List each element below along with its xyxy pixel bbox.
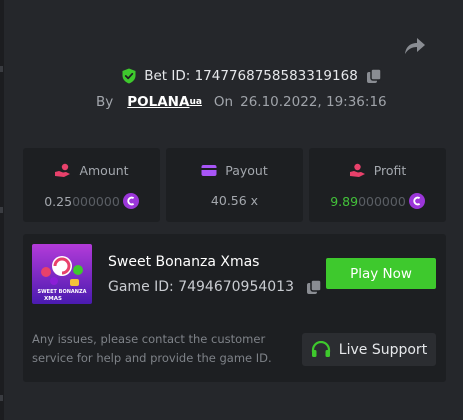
profit-value: 9.89: [330, 193, 359, 209]
copy-icon[interactable]: [366, 68, 382, 84]
game-id-row: Game ID: 7494670954013: [108, 279, 322, 295]
live-support-label: Live Support: [338, 341, 428, 358]
game-title: Sweet Bonanza Xmas: [108, 254, 260, 270]
game-panel: SWEET BONANZA XMAS Sweet Bonanza Xmas Ga…: [23, 234, 446, 382]
shield-check-icon: [122, 68, 136, 84]
bet-id-row: Bet ID: 1747768758583319168: [0, 65, 463, 87]
payout-card: Payout 40.56 x: [166, 148, 303, 222]
amount-value: 0.25: [44, 193, 73, 209]
payout-value: 40.56 x: [210, 193, 259, 208]
payout-label: Payout: [225, 163, 268, 178]
wallet-icon: [201, 165, 217, 176]
game-thumbnail[interactable]: SWEET BONANZA XMAS: [32, 244, 92, 304]
user-suffix[interactable]: ua: [189, 97, 201, 107]
amount-label: Amount: [79, 163, 129, 178]
play-now-button[interactable]: Play Now: [326, 258, 436, 289]
by-label: By: [96, 94, 114, 110]
coin-icon: [122, 193, 139, 209]
edge-tick: [0, 395, 3, 401]
game-id: Game ID: 7494670954013: [108, 279, 294, 295]
bet-id: Bet ID: 1747768758583319168: [144, 68, 358, 84]
amount-card: Amount 0.25 000000: [23, 148, 160, 222]
copy-icon[interactable]: [306, 279, 322, 295]
profit-hand-icon: [349, 163, 365, 177]
amount-value-decimals: 000000: [72, 193, 120, 209]
profit-label: Profit: [373, 163, 407, 178]
on-label: On: [213, 94, 234, 110]
hand-coins-icon: [55, 163, 71, 177]
bet-timestamp: 26.10.2022, 19:36:16: [240, 94, 387, 110]
profit-card: Profit 9.89 000000: [309, 148, 446, 222]
coin-icon: [408, 193, 425, 209]
support-message: Any issues, please contact the customer …: [32, 332, 272, 365]
thumb-text-xmas: XMAS: [44, 296, 62, 302]
thumb-text: SWEET BONANZA: [38, 289, 87, 295]
edge-tick: [0, 207, 3, 213]
share-icon[interactable]: [402, 36, 426, 56]
profit-value-decimals: 000000: [358, 193, 406, 209]
user-link[interactable]: POLANA: [127, 94, 189, 110]
live-support-button[interactable]: Live Support: [302, 333, 436, 366]
headset-icon: [311, 340, 330, 357]
bet-meta: By POLANA ua On 26.10.2022, 19:36:16: [96, 92, 387, 112]
